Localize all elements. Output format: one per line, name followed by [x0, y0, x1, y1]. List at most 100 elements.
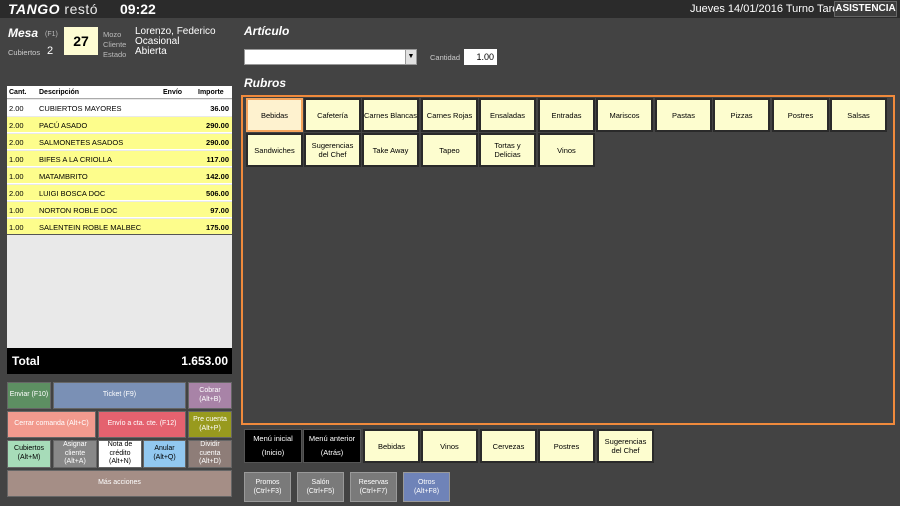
quick-category-button[interactable]: Vinos: [421, 429, 478, 463]
order-row[interactable]: 2.00 LUIGI BOSCA DOC 506.00: [7, 185, 232, 201]
clock: 09:22: [120, 1, 156, 17]
order-row[interactable]: 2.00 SALMONETES ASADOS 290.00: [7, 134, 232, 150]
total-value: 1.653.00: [181, 354, 228, 368]
row-desc: PACÚ ASADO: [39, 121, 88, 130]
row-desc: MATAMBRITO: [39, 172, 88, 181]
rubro-button[interactable]: Carnes Rojas: [421, 98, 478, 132]
row-cant: 2.00: [9, 121, 24, 130]
rubro-button[interactable]: Cafetería: [304, 98, 361, 132]
row-cant: 1.00: [9, 155, 24, 164]
estado-value: Abierta: [135, 46, 167, 57]
col-descripcion: Descripción: [39, 89, 80, 96]
order-table-header: Cant. Descripción Envío Importe: [7, 86, 232, 99]
envio-cta-cte-button[interactable]: Envío a cta. cte. (F12): [98, 411, 186, 438]
assist-button[interactable]: ASISTENCIA: [834, 1, 897, 17]
rubro-button[interactable]: Salsas: [830, 98, 887, 132]
quick-category-button[interactable]: Postres: [538, 429, 595, 463]
row-importe: 175.00: [206, 223, 229, 232]
date-shift: Jueves 14/01/2016 Turno Tarde: [690, 3, 845, 15]
cobrar-button[interactable]: Cobrar (Alt+B): [188, 382, 232, 409]
rubro-button[interactable]: Bebidas: [246, 98, 303, 132]
row-desc: SALENTEIN ROBLE MALBEC: [39, 223, 142, 232]
cantidad-input[interactable]: 1.00: [464, 49, 497, 65]
rubro-button[interactable]: Tapeo: [421, 133, 478, 167]
row-cant: 1.00: [9, 223, 24, 232]
cubiertos-value: 2: [47, 45, 54, 57]
row-desc: LUIGI BOSCA DOC: [39, 189, 106, 198]
row-cant: 1.00: [9, 206, 24, 215]
row-desc: BIFES A LA CRIOLLA: [39, 155, 112, 164]
row-cant: 2.00: [9, 104, 24, 113]
order-table: Cant. Descripción Envío Importe 2.00 CUBI…: [7, 86, 232, 348]
app-logo: TANGO restó: [8, 1, 99, 17]
row-importe: 97.00: [210, 206, 229, 215]
cantidad-label: Cantidad: [430, 53, 461, 62]
row-desc: CUBIERTOS MAYORES: [39, 104, 122, 113]
articulo-select[interactable]: ▼: [244, 49, 417, 65]
reservas-button[interactable]: Reservas (Ctrl+F7): [350, 472, 397, 502]
cubiertos-button[interactable]: Cubiertos (Alt+M): [7, 440, 51, 468]
row-importe: 117.00: [206, 155, 229, 164]
quick-category-button[interactable]: Sugerencias del Chef: [597, 429, 654, 463]
rubro-button[interactable]: Sugerencias del Chef: [304, 133, 361, 167]
rubro-button[interactable]: Mariscos: [596, 98, 653, 132]
row-cant: 2.00: [9, 189, 24, 198]
quick-category-button[interactable]: Cervezas: [480, 429, 537, 463]
mesa-title: Mesa: [8, 26, 39, 40]
order-row[interactable]: 1.00 MATAMBRITO 142.00: [7, 168, 232, 184]
rubro-button[interactable]: Sandwiches: [246, 133, 303, 167]
menu-inicial-button[interactable]: Menú inicial (Inicio): [244, 429, 302, 463]
salon-button[interactable]: Salón (Ctrl+F5): [297, 472, 344, 502]
order-row[interactable]: 2.00 CUBIERTOS MAYORES 36.00: [7, 100, 232, 116]
articulo-title: Artículo: [244, 24, 290, 38]
col-cant: Cant.: [9, 89, 27, 96]
row-importe: 290.00: [206, 138, 229, 147]
cliente-label: Cliente: [103, 40, 127, 49]
table-number[interactable]: 27: [64, 27, 98, 55]
row-desc: NORTON ROBLE DOC: [39, 206, 118, 215]
pre-cuenta-button[interactable]: Pre cuenta (Alt+P): [188, 411, 232, 438]
cubiertos-label: Cubiertos: [8, 48, 41, 57]
asignar-cliente-button[interactable]: Asignar cliente (Alt+A): [53, 440, 97, 468]
order-row[interactable]: 1.00 SALENTEIN ROBLE MALBEC 175.00: [7, 219, 232, 235]
quick-category-button[interactable]: Bebidas: [363, 429, 420, 463]
rubro-button[interactable]: Carnes Blancas: [362, 98, 419, 132]
row-importe: 36.00: [210, 104, 229, 113]
chevron-down-icon[interactable]: ▼: [405, 50, 416, 64]
order-row[interactable]: 1.00 BIFES A LA CRIOLLA 117.00: [7, 151, 232, 167]
anular-button[interactable]: Anular (Alt+Q): [143, 440, 186, 468]
otros-button[interactable]: Otros (Alt+F8): [403, 472, 450, 502]
estado-label: Estado: [103, 50, 127, 59]
rubro-button[interactable]: Ensaladas: [479, 98, 536, 132]
nota-credito-button[interactable]: Nota de crédito (Alt+N): [98, 440, 142, 468]
order-row[interactable]: 2.00 PACÚ ASADO 290.00: [7, 117, 232, 133]
mesa-shortcut: (F1): [45, 31, 58, 38]
row-importe: 142.00: [206, 172, 229, 181]
enviar-button[interactable]: Enviar (F10): [7, 382, 51, 409]
mozo-label: Mozo: [103, 30, 122, 39]
promos-button[interactable]: Promos (Ctrl+F3): [244, 472, 291, 502]
row-importe: 506.00: [206, 189, 229, 198]
col-envio: Envío: [163, 89, 183, 96]
rubro-button[interactable]: Vinos: [538, 133, 595, 167]
rubro-button[interactable]: Tortas y Delicias: [479, 133, 536, 167]
mas-acciones-button[interactable]: Más acciones: [7, 470, 232, 497]
total-label: Total: [12, 354, 40, 368]
rubro-button[interactable]: Postres: [772, 98, 829, 132]
total-bar: Total 1.653.00: [7, 348, 232, 374]
rubro-button[interactable]: Pizzas: [713, 98, 770, 132]
row-cant: 1.00: [9, 172, 24, 181]
dividir-cuenta-button[interactable]: Dividir cuenta (Alt+D): [188, 440, 232, 468]
ticket-button[interactable]: Ticket (F9): [53, 382, 186, 409]
col-importe: Importe: [198, 89, 224, 96]
row-importe: 290.00: [206, 121, 229, 130]
rubro-button[interactable]: Take Away: [362, 133, 419, 167]
order-row[interactable]: 1.00 NORTON ROBLE DOC 97.00: [7, 202, 232, 218]
menu-anterior-button[interactable]: Menú anterior (Atrás): [303, 429, 361, 463]
row-cant: 2.00: [9, 138, 24, 147]
rubros-title: Rubros: [244, 76, 286, 90]
rubro-button[interactable]: Entradas: [538, 98, 595, 132]
row-desc: SALMONETES ASADOS: [39, 138, 124, 147]
rubro-button[interactable]: Pastas: [655, 98, 712, 132]
cerrar-comanda-button[interactable]: Cerrar comanda (Alt+C): [7, 411, 96, 438]
